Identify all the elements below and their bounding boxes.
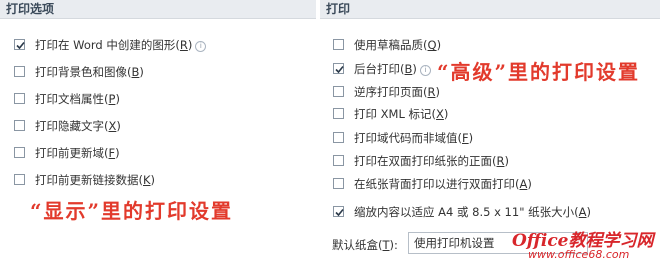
left-option-accesskey: X [108, 119, 117, 133]
right-option-text: 在纸张背面打印以进行双面打印 [354, 177, 515, 191]
left-option-checkbox[interactable] [14, 39, 25, 50]
left-option-label: 打印前更新域(F) [35, 146, 120, 160]
left-option-checkbox[interactable] [14, 174, 25, 185]
default-tray-value: 使用打印机设置 [414, 236, 495, 250]
right-option-accesskey: A [519, 177, 528, 191]
right-option-text: 缩放内容以适应 A4 或 8.5 x 11" 纸张大小 [354, 205, 575, 219]
right-option-label: 打印域代码而非域值(F) [354, 131, 474, 145]
right-option-label: 打印 XML 标记(X) [354, 107, 449, 121]
right-option-accesskey: A [578, 205, 587, 219]
left-option-label: 打印前更新链接数据(K) [35, 173, 156, 187]
left-option-label: 打印文档属性(P) [35, 92, 120, 106]
left-option-accesskey: P [108, 92, 116, 106]
check-icon [335, 208, 344, 217]
right-option-accesskey: R [427, 85, 436, 99]
right-option-accesskey: F [462, 131, 469, 145]
right-option-text: 使用草稿品质 [354, 38, 423, 52]
default-tray-label-text: 默认纸盒 [332, 238, 378, 252]
watermark-url: www.office68.com [528, 248, 630, 261]
left-option-text: 打印在 Word 中创建的图形 [35, 38, 176, 52]
right-option-checkbox[interactable] [333, 39, 344, 50]
right-option-accesskey: R [496, 154, 505, 168]
right-option-label: 在纸张背面打印以进行双面打印(A) [354, 177, 532, 191]
right-option-accesskey: X [436, 107, 444, 121]
right-option-checkbox[interactable] [333, 155, 344, 166]
left-option-label: 打印隐藏文字(X) [35, 119, 121, 133]
right-option-label: 后台打印(B) i [354, 60, 431, 78]
right-option-label: 打印在双面打印纸张的正面(R) [354, 154, 509, 168]
left-option-checkbox[interactable] [14, 120, 25, 131]
left-option-accesskey: B [131, 65, 140, 79]
left-option-label: 打印背景色和图像(B) [35, 65, 144, 79]
right-option-checkbox[interactable] [333, 132, 344, 143]
right-option-text: 后台打印 [354, 62, 400, 76]
right-option-text: 打印 XML 标记 [354, 107, 432, 121]
right-option-checkbox[interactable] [333, 63, 344, 74]
left-option-checkbox[interactable] [14, 66, 25, 77]
right-option-text: 逆序打印页面 [354, 85, 423, 99]
print-options-header: 打印选项 [0, 0, 316, 19]
info-icon: i [195, 41, 207, 52]
check-icon [335, 65, 344, 74]
check-icon [16, 41, 25, 50]
right-option-checkbox[interactable] [333, 178, 344, 189]
right-option-text: 打印域代码而非域值 [354, 131, 458, 145]
right-option-checkbox[interactable] [333, 108, 344, 119]
left-option-checkbox[interactable] [14, 147, 25, 158]
right-option-checkbox[interactable] [333, 86, 344, 97]
print-header: 打印 [320, 0, 660, 19]
right-option-label: 逆序打印页面(R) [354, 85, 440, 99]
left-option-text: 打印文档属性 [35, 92, 104, 106]
left-option-accesskey: K [143, 173, 151, 187]
right-option-text: 打印在双面打印纸张的正面 [354, 154, 492, 168]
left-option-text: 打印前更新链接数据 [35, 173, 139, 187]
left-option-checkbox[interactable] [14, 93, 25, 104]
left-option-text: 打印前更新域 [35, 146, 104, 160]
left-option-accesskey: F [108, 146, 116, 160]
right-option-checkbox[interactable] [333, 206, 344, 217]
left-option-label: 打印在 Word 中创建的图形(R) i [35, 36, 207, 54]
advanced-print-settings-annotation: “高级”里的打印设置 [437, 60, 641, 84]
left-option-accesskey: R [179, 38, 188, 52]
left-option-text: 打印隐藏文字 [35, 119, 104, 133]
default-tray-label: 默认纸盒(T): [332, 238, 398, 252]
info-icon: i [419, 65, 431, 76]
right-option-label: 缩放内容以适应 A4 或 8.5 x 11" 纸张大小(A) [354, 205, 592, 219]
default-tray-accesskey: T [382, 238, 390, 252]
display-print-settings-annotation: “显示”里的打印设置 [30, 199, 234, 223]
left-option-text: 打印背景色和图像 [35, 65, 127, 79]
right-option-accesskey: B [404, 62, 413, 76]
right-option-accesskey: Q [427, 38, 437, 52]
right-option-label: 使用草稿品质(Q) [354, 38, 442, 52]
